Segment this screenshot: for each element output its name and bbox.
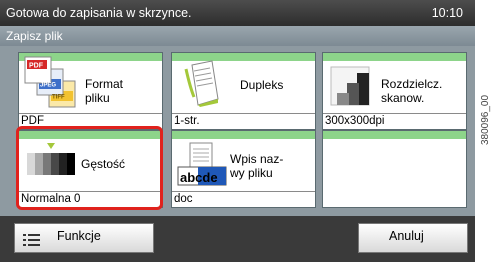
menu-icon [23, 234, 40, 246]
tiff-badge-text: TIFF [52, 95, 65, 101]
pdf-badge-text: PDF [29, 63, 44, 70]
tile-value: doc [172, 191, 315, 207]
title-bar: Zapisz plik [0, 26, 475, 46]
filename-tile[interactable]: abcde Wpis naz- wy pliku doc [171, 130, 316, 208]
tile-value: 300x300dpi [323, 113, 466, 129]
page-title: Zapisz plik [6, 29, 63, 43]
figure-code: 380096_00 [480, 94, 491, 145]
tile-label: Rozdzielcz. skanow. [381, 77, 443, 105]
bottom-bar: Funkcje Anuluj [0, 216, 475, 262]
tile-label: Format pliku [85, 77, 124, 105]
cancel-label: Anuluj [389, 229, 424, 243]
pdf-icon: PDF JPEG TIFF [24, 56, 76, 108]
tile-value: 1-str. [172, 113, 315, 129]
filename-icon: abcde [177, 142, 227, 186]
status-message: Gotowa do zapisania w skrzynce. [6, 6, 192, 20]
highlight-frame [16, 126, 163, 210]
tile-band [323, 131, 466, 139]
filename-icon-text: abcde [180, 170, 218, 185]
empty-tile [322, 130, 467, 208]
tile-label: Wpis naz- wy pliku [230, 152, 284, 180]
resolution-tile[interactable]: Rozdzielcz. skanow. 300x300dpi [322, 52, 467, 130]
tile-band [323, 53, 466, 61]
duplex-icon [184, 60, 219, 107]
tile-label: Dupleks [240, 78, 284, 92]
file-format-tile[interactable]: PDF JPEG TIFF Format pliku PDF [18, 52, 163, 130]
tile-band [172, 131, 315, 139]
resolution-icon [330, 66, 370, 106]
clock: 10:10 [431, 6, 463, 20]
functions-label: Funkcje [57, 229, 101, 243]
status-bar: Gotowa do zapisania w skrzynce. 10:10 [0, 0, 475, 26]
panel-screen: Gotowa do zapisania w skrzynce. 10:10 Za… [0, 0, 475, 262]
jpeg-badge-text: JPEG [40, 83, 56, 89]
duplex-tile[interactable]: Dupleks 1-str. [171, 52, 316, 130]
functions-button[interactable]: Funkcje [14, 223, 154, 253]
cancel-button[interactable]: Anuluj [358, 223, 468, 253]
